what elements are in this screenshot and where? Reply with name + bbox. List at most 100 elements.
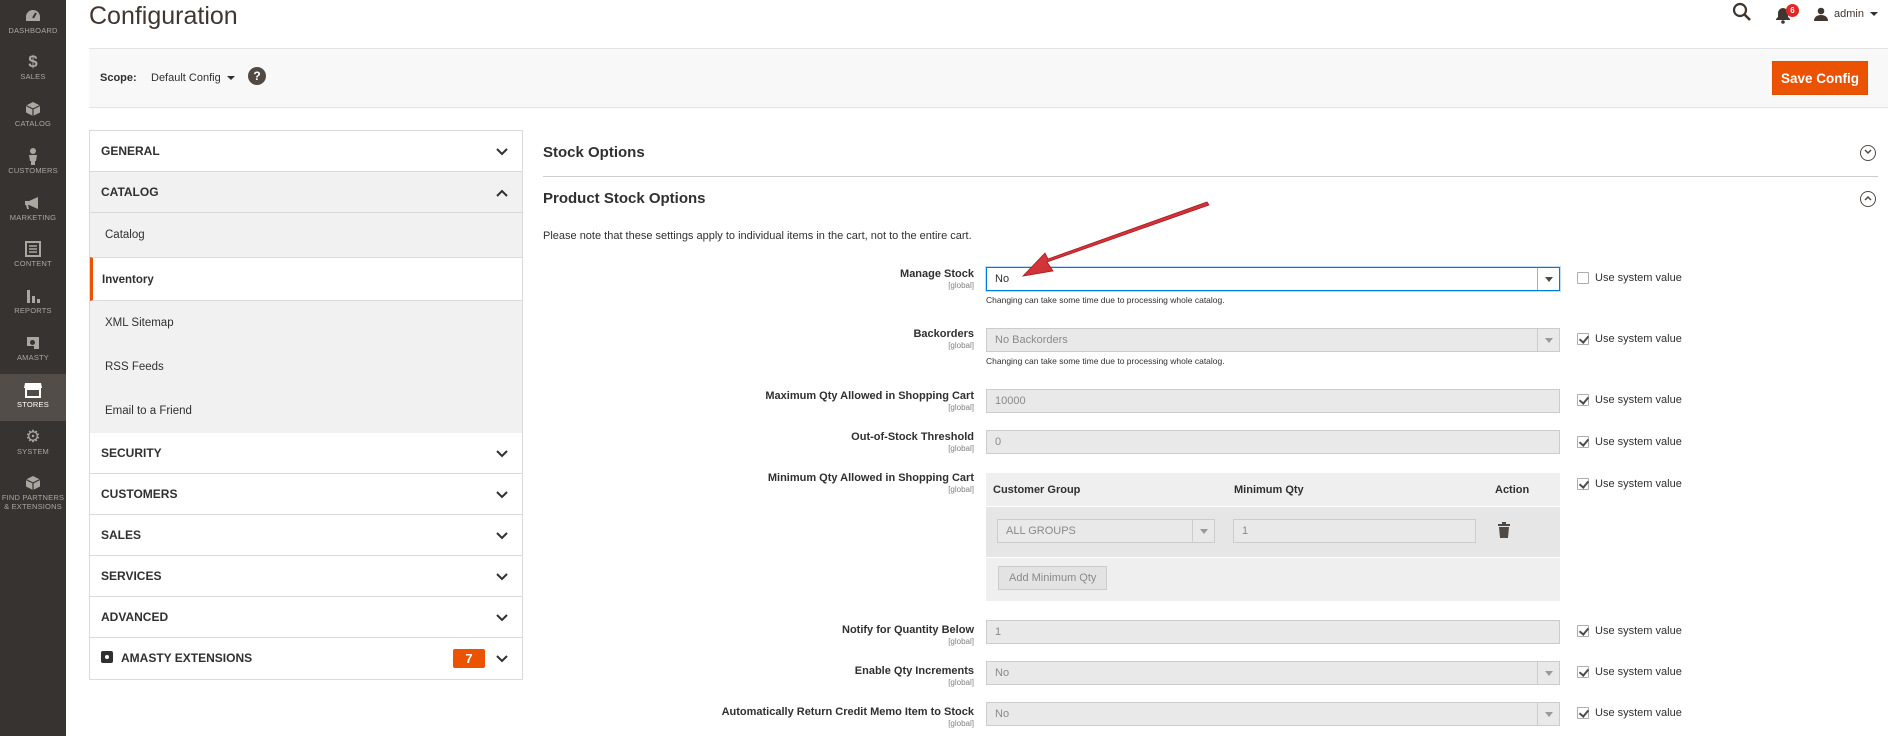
menu-label: & EXTENSIONS (4, 502, 62, 511)
field-label: Maximum Qty Allowed in Shopping Cart (765, 390, 974, 402)
table-row: ALL GROUPS 1 (986, 506, 1560, 558)
checkbox-label: Use system value (1595, 394, 1682, 406)
qty-increments-use-system[interactable]: Use system value (1577, 666, 1682, 678)
section-product-stock-title[interactable]: Product Stock Options (543, 190, 706, 207)
menu-item-catalog[interactable]: CATALOG (0, 99, 66, 145)
menu-item-marketing[interactable]: MARKETING (0, 193, 66, 239)
tab-item-rss-feeds[interactable]: RSS Feeds (90, 345, 522, 389)
menu-item-reports[interactable]: REPORTS (0, 286, 66, 332)
tab-item-inventory[interactable]: Inventory (90, 257, 522, 301)
menu-item-content[interactable]: CONTENT (0, 239, 66, 285)
manage-stock-label: Manage Stock [global] (900, 268, 974, 290)
chevron-down-icon (496, 597, 508, 638)
oos-threshold-use-system[interactable]: Use system value (1577, 436, 1682, 448)
tab-item-xml-sitemap[interactable]: XML Sitemap (90, 301, 522, 345)
section-stock-options-title[interactable]: Stock Options (543, 144, 645, 161)
menu-label: FIND PARTNERS (1, 493, 65, 502)
checkbox[interactable] (1577, 478, 1589, 490)
manage-stock-select[interactable]: No (986, 267, 1560, 291)
checkbox[interactable] (1577, 272, 1589, 284)
scope-tag: [global] (948, 341, 974, 350)
help-icon[interactable]: ? (248, 67, 266, 85)
collapse-circle-icon[interactable] (1860, 191, 1876, 207)
chevron-down-icon (496, 556, 508, 597)
tab-label: GENERAL (101, 144, 160, 158)
search-icon[interactable] (1732, 2, 1756, 26)
qty-increments-select[interactable]: No (986, 661, 1560, 685)
customer-group-select[interactable]: ALL GROUPS (997, 519, 1215, 543)
field-label: Manage Stock (900, 268, 974, 280)
tab-label: SECURITY (101, 446, 162, 460)
checkbox[interactable] (1577, 436, 1589, 448)
add-minimum-qty-button[interactable]: Add Minimum Qty (998, 566, 1108, 590)
store-icon (0, 380, 66, 400)
admin-menu: DASHBOARD $ SALES CATALOG CUSTOMERS MARK… (0, 0, 66, 736)
select-value: No (995, 708, 1010, 720)
menu-item-system[interactable]: ⚙ SYSTEM (0, 427, 66, 473)
tab-catalog[interactable]: CATALOG (90, 172, 522, 213)
tab-general[interactable]: GENERAL (90, 131, 522, 172)
column-header: Minimum Qty (1234, 484, 1304, 496)
checkbox[interactable] (1577, 707, 1589, 719)
checkbox-label: Use system value (1595, 478, 1682, 490)
checkbox[interactable] (1577, 333, 1589, 345)
scope-switcher[interactable]: Default Config (151, 72, 235, 84)
dropdown-arrow-icon (1537, 662, 1559, 684)
save-config-button[interactable]: Save Config (1772, 61, 1868, 95)
backorders-use-system[interactable]: Use system value (1577, 333, 1682, 345)
menu-item-amasty[interactable]: AMASTY (0, 333, 66, 379)
max-qty-input[interactable]: 10000 (986, 389, 1560, 413)
user-name: admin (1834, 8, 1864, 20)
notify-below-use-system[interactable]: Use system value (1577, 625, 1682, 637)
oos-threshold-input[interactable]: 0 (986, 430, 1560, 454)
menu-item-find-partners[interactable]: FIND PARTNERS & EXTENSIONS (0, 473, 66, 519)
tab-amasty-extensions[interactable]: AMASTY EXTENSIONS 7 (90, 638, 522, 679)
field-label: Enable Qty Increments (854, 665, 974, 677)
return-credit-memo-select[interactable]: No (986, 702, 1560, 726)
checkbox-label: Use system value (1595, 436, 1682, 448)
chevron-down-icon (226, 76, 235, 81)
notifications-button[interactable]: 6 (1774, 2, 1800, 26)
menu-item-sales[interactable]: $ SALES (0, 52, 66, 98)
menu-item-dashboard[interactable]: DASHBOARD (0, 6, 66, 52)
tab-customers[interactable]: CUSTOMERS (90, 474, 522, 515)
tab-item-catalog[interactable]: Catalog (90, 213, 522, 257)
tab-sales[interactable]: SALES (90, 515, 522, 556)
field-label: Automatically Return Credit Memo Item to… (721, 706, 974, 718)
notification-count: 6 (1786, 4, 1800, 17)
expand-circle-icon[interactable] (1860, 145, 1876, 161)
checkbox[interactable] (1577, 394, 1589, 406)
manage-stock-use-system[interactable]: Use system value (1577, 272, 1682, 284)
minimum-qty-input[interactable]: 1 (1233, 519, 1476, 543)
checkbox[interactable] (1577, 666, 1589, 678)
trash-icon[interactable] (1498, 522, 1510, 543)
return-credit-memo-use-system[interactable]: Use system value (1577, 707, 1682, 719)
menu-item-customers[interactable]: CUSTOMERS (0, 146, 66, 192)
tab-advanced[interactable]: ADVANCED (90, 597, 522, 638)
user-menu[interactable]: admin (1814, 7, 1878, 21)
content-icon (0, 239, 66, 259)
chevron-down-icon (496, 131, 508, 172)
column-header: Action (1495, 484, 1530, 496)
select-value: ALL GROUPS (1006, 525, 1076, 537)
menu-item-stores[interactable]: STORES (0, 374, 66, 421)
min-qty-label: Minimum Qty Allowed in Shopping Cart [gl… (768, 472, 974, 494)
tab-label: SALES (101, 528, 142, 542)
chevron-down-icon (496, 474, 508, 515)
backorders-select[interactable]: No Backorders (986, 328, 1560, 352)
checkbox-label: Use system value (1595, 707, 1682, 719)
scope-tag: [global] (948, 281, 974, 290)
person-icon (0, 146, 66, 166)
section-divider (543, 176, 1878, 177)
max-qty-use-system[interactable]: Use system value (1577, 394, 1682, 406)
notify-below-input[interactable]: 1 (986, 620, 1560, 644)
scope-tag: [global] (948, 719, 974, 728)
checkbox[interactable] (1577, 625, 1589, 637)
tab-security[interactable]: SECURITY (90, 433, 522, 474)
field-label: Notify for Quantity Below (842, 624, 974, 636)
notify-below-label: Notify for Quantity Below [global] (842, 624, 974, 646)
field-hint: Changing can take some time due to proce… (986, 356, 1225, 366)
min-qty-use-system[interactable]: Use system value (1577, 478, 1682, 490)
tab-item-email-to-friend[interactable]: Email to a Friend (90, 389, 522, 433)
tab-services[interactable]: SERVICES (90, 556, 522, 597)
